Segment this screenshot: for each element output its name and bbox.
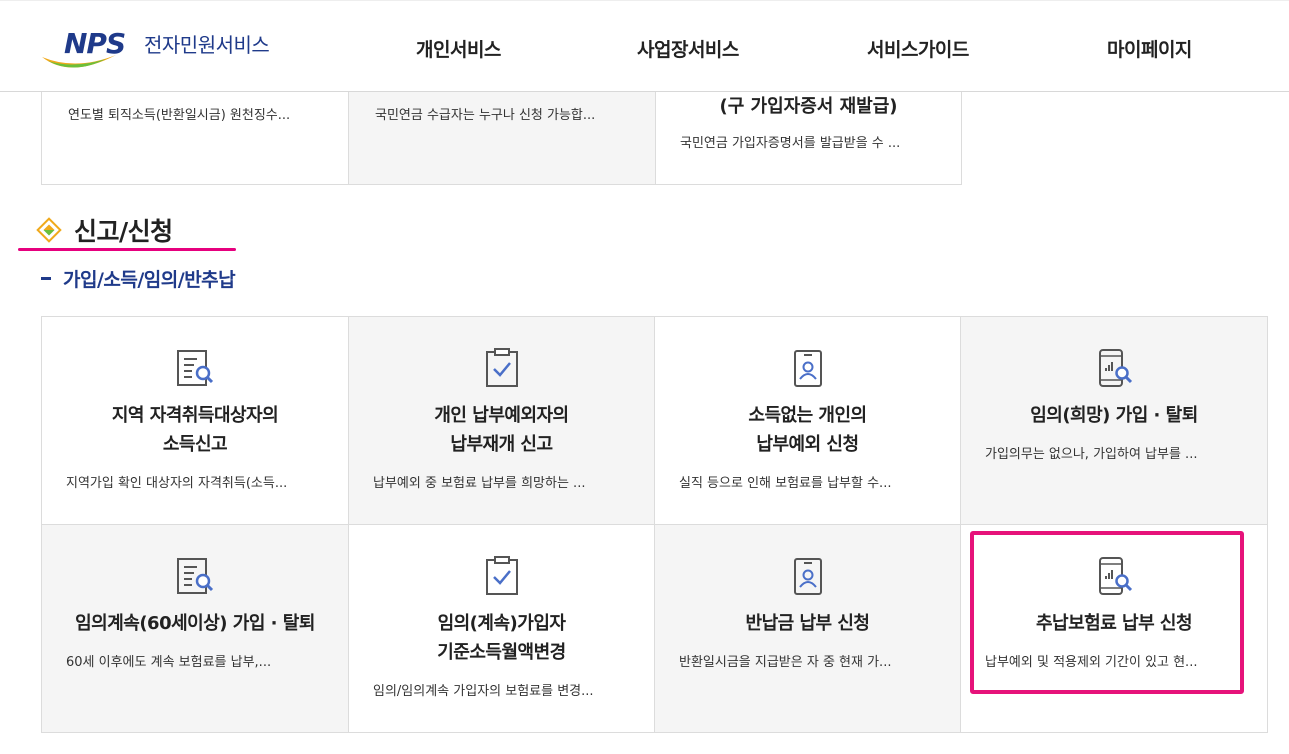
card-title: 추납보험료 납부 신청 [961, 609, 1267, 638]
id-badge-icon [793, 558, 822, 595]
card-title-line1: 임의계속(60세이상) 가입 · 탈퇴 [75, 613, 315, 634]
card-title: (구 가입자증서 재발급) [719, 96, 898, 117]
card-desc: 60세 이후에도 계속 보험료를 납부,... [66, 655, 272, 670]
section-underline [18, 248, 236, 251]
card-title: 반납금 납부 신청 [655, 609, 960, 638]
card-desc: 연도별 퇴직소득(반환일시금) 원천징수... [68, 108, 291, 123]
mobile-chart-search-icon [1099, 349, 1133, 387]
card-title-line1: 개인 납부예외자의 [434, 405, 569, 426]
card-membership-certificate[interactable]: (구 가입자증서 재발급) 국민연금 가입자증명서를 발급받을 수 ... [656, 92, 961, 184]
card-desc: 국민연금 가입자증명서를 발급받을 수 ... [680, 136, 901, 151]
card-title: 임의계속(60세이상) 가입 · 탈퇴 [42, 609, 348, 638]
section-subtitle: 가입/소득/임의/반추납 [41, 265, 236, 292]
section-heading: 신고/신청 [36, 212, 173, 248]
nav-service-guide[interactable]: 서비스가이드 [867, 35, 969, 62]
card-title-line2: 납부재개 신고 [450, 434, 553, 455]
card-regional-income-report[interactable]: 지역 자격취득대상자의 소득신고 지역가입 확인 대상자의 자격취득(소득... [42, 317, 349, 525]
card-desc: 실직 등으로 인해 보험료를 납부할 수... [679, 476, 892, 491]
card-title-line1: 소득없는 개인의 [748, 405, 867, 426]
card-desc: 가입의무는 없으나, 가입하여 납부를 ... [985, 447, 1198, 462]
card-title: 지역 자격취득대상자의 소득신고 [42, 401, 348, 459]
nav-my-page[interactable]: 마이페이지 [1107, 35, 1192, 62]
card-additional-premium-payment[interactable]: 추납보험료 납부 신청 납부예외 및 적용제외 기간이 있고 현... [961, 525, 1268, 733]
dash-icon [41, 277, 51, 280]
card-desc: 임의/임의계속 가입자의 보험료를 변경... [373, 684, 594, 699]
card-title-line1: 임의(희망) 가입 · 탈퇴 [1030, 405, 1198, 426]
document-search-icon [177, 558, 214, 594]
card-desc: 반환일시금을 지급받은 자 중 현재 가... [679, 655, 892, 670]
document-search-icon [177, 350, 214, 386]
card-title-line1: 지역 자격취득대상자의 [111, 405, 279, 426]
card-title-line2: 납부예외 신청 [756, 434, 859, 455]
card-voluntary-continue-join-withdraw[interactable]: 임의계속(60세이상) 가입 · 탈퇴 60세 이후에도 계속 보험료를 납부,… [42, 525, 349, 733]
card-payment-exception-request[interactable]: 소득없는 개인의 납부예외 신청 실직 등으로 인해 보험료를 납부할 수... [655, 317, 961, 525]
nps-logo[interactable]: NPS 전자민원서비스 [40, 23, 300, 75]
card-desc: 국민연금 수급자는 누구나 신청 가능합... [375, 108, 596, 123]
clipboard-check-icon [485, 348, 518, 387]
diamond-bullet-icon [36, 217, 62, 243]
card-desc: 납부예외 중 보험료 납부를 희망하는 ... [373, 476, 586, 491]
logo-text: 전자민원서비스 [144, 33, 270, 57]
card-title: 임의(계속)가입자 기준소득월액변경 [349, 609, 654, 667]
card-voluntary-join-withdraw[interactable]: 임의(희망) 가입 · 탈퇴 가입의무는 없으나, 가입하여 납부를 ... [961, 317, 1268, 525]
card-retirement-income[interactable]: 연도별 퇴직소득(반환일시금) 원천징수... [42, 92, 349, 184]
card-return-payment-request[interactable]: 반납금 납부 신청 반환일시금을 지급받은 자 중 현재 가... [655, 525, 961, 733]
id-badge-icon [793, 350, 822, 387]
card-pension-recipient[interactable]: 국민연금 수급자는 누구나 신청 가능합... [349, 92, 656, 184]
card-title-line1: 반납금 납부 신청 [745, 613, 870, 634]
card-voluntary-income-change[interactable]: 임의(계속)가입자 기준소득월액변경 임의/임의계속 가입자의 보험료를 변경.… [349, 525, 655, 733]
card-title-line2: 소득신고 [162, 434, 228, 455]
mobile-chart-search-icon [1099, 557, 1133, 595]
site-header: NPS 전자민원서비스 개인서비스 사업장서비스 서비스가이드 마이페이지 [0, 0, 1289, 92]
subtitle-text: 가입/소득/임의/반추납 [63, 269, 236, 291]
card-desc: 지역가입 확인 대상자의 자격취득(소득... [66, 476, 288, 491]
section-title: 신고/신청 [74, 217, 173, 246]
card-desc: 납부예외 및 적용제외 기간이 있고 현... [985, 655, 1198, 670]
card-title-line1: 추납보험료 납부 신청 [1035, 613, 1193, 634]
nav-business-service[interactable]: 사업장서비스 [637, 35, 739, 62]
previous-card-row: 연도별 퇴직소득(반환일시금) 원천징수... 국민연금 수급자는 누구나 신청… [41, 92, 962, 185]
card-payment-resume-report[interactable]: 개인 납부예외자의 납부재개 신고 납부예외 중 보험료 납부를 희망하는 ..… [349, 317, 655, 525]
service-card-grid: 지역 자격취득대상자의 소득신고 지역가입 확인 대상자의 자격취득(소득...… [41, 316, 1268, 733]
card-title-line1: 임의(계속)가입자 [437, 613, 566, 634]
card-title: 소득없는 개인의 납부예외 신청 [655, 401, 960, 459]
card-title-line2: 기준소득월액변경 [437, 642, 566, 663]
card-title: 개인 납부예외자의 납부재개 신고 [349, 401, 654, 459]
card-title: 임의(희망) 가입 · 탈퇴 [961, 401, 1267, 430]
logo-mark: NPS [64, 27, 126, 60]
clipboard-check-icon [485, 556, 518, 595]
nav-personal-service[interactable]: 개인서비스 [416, 35, 501, 62]
